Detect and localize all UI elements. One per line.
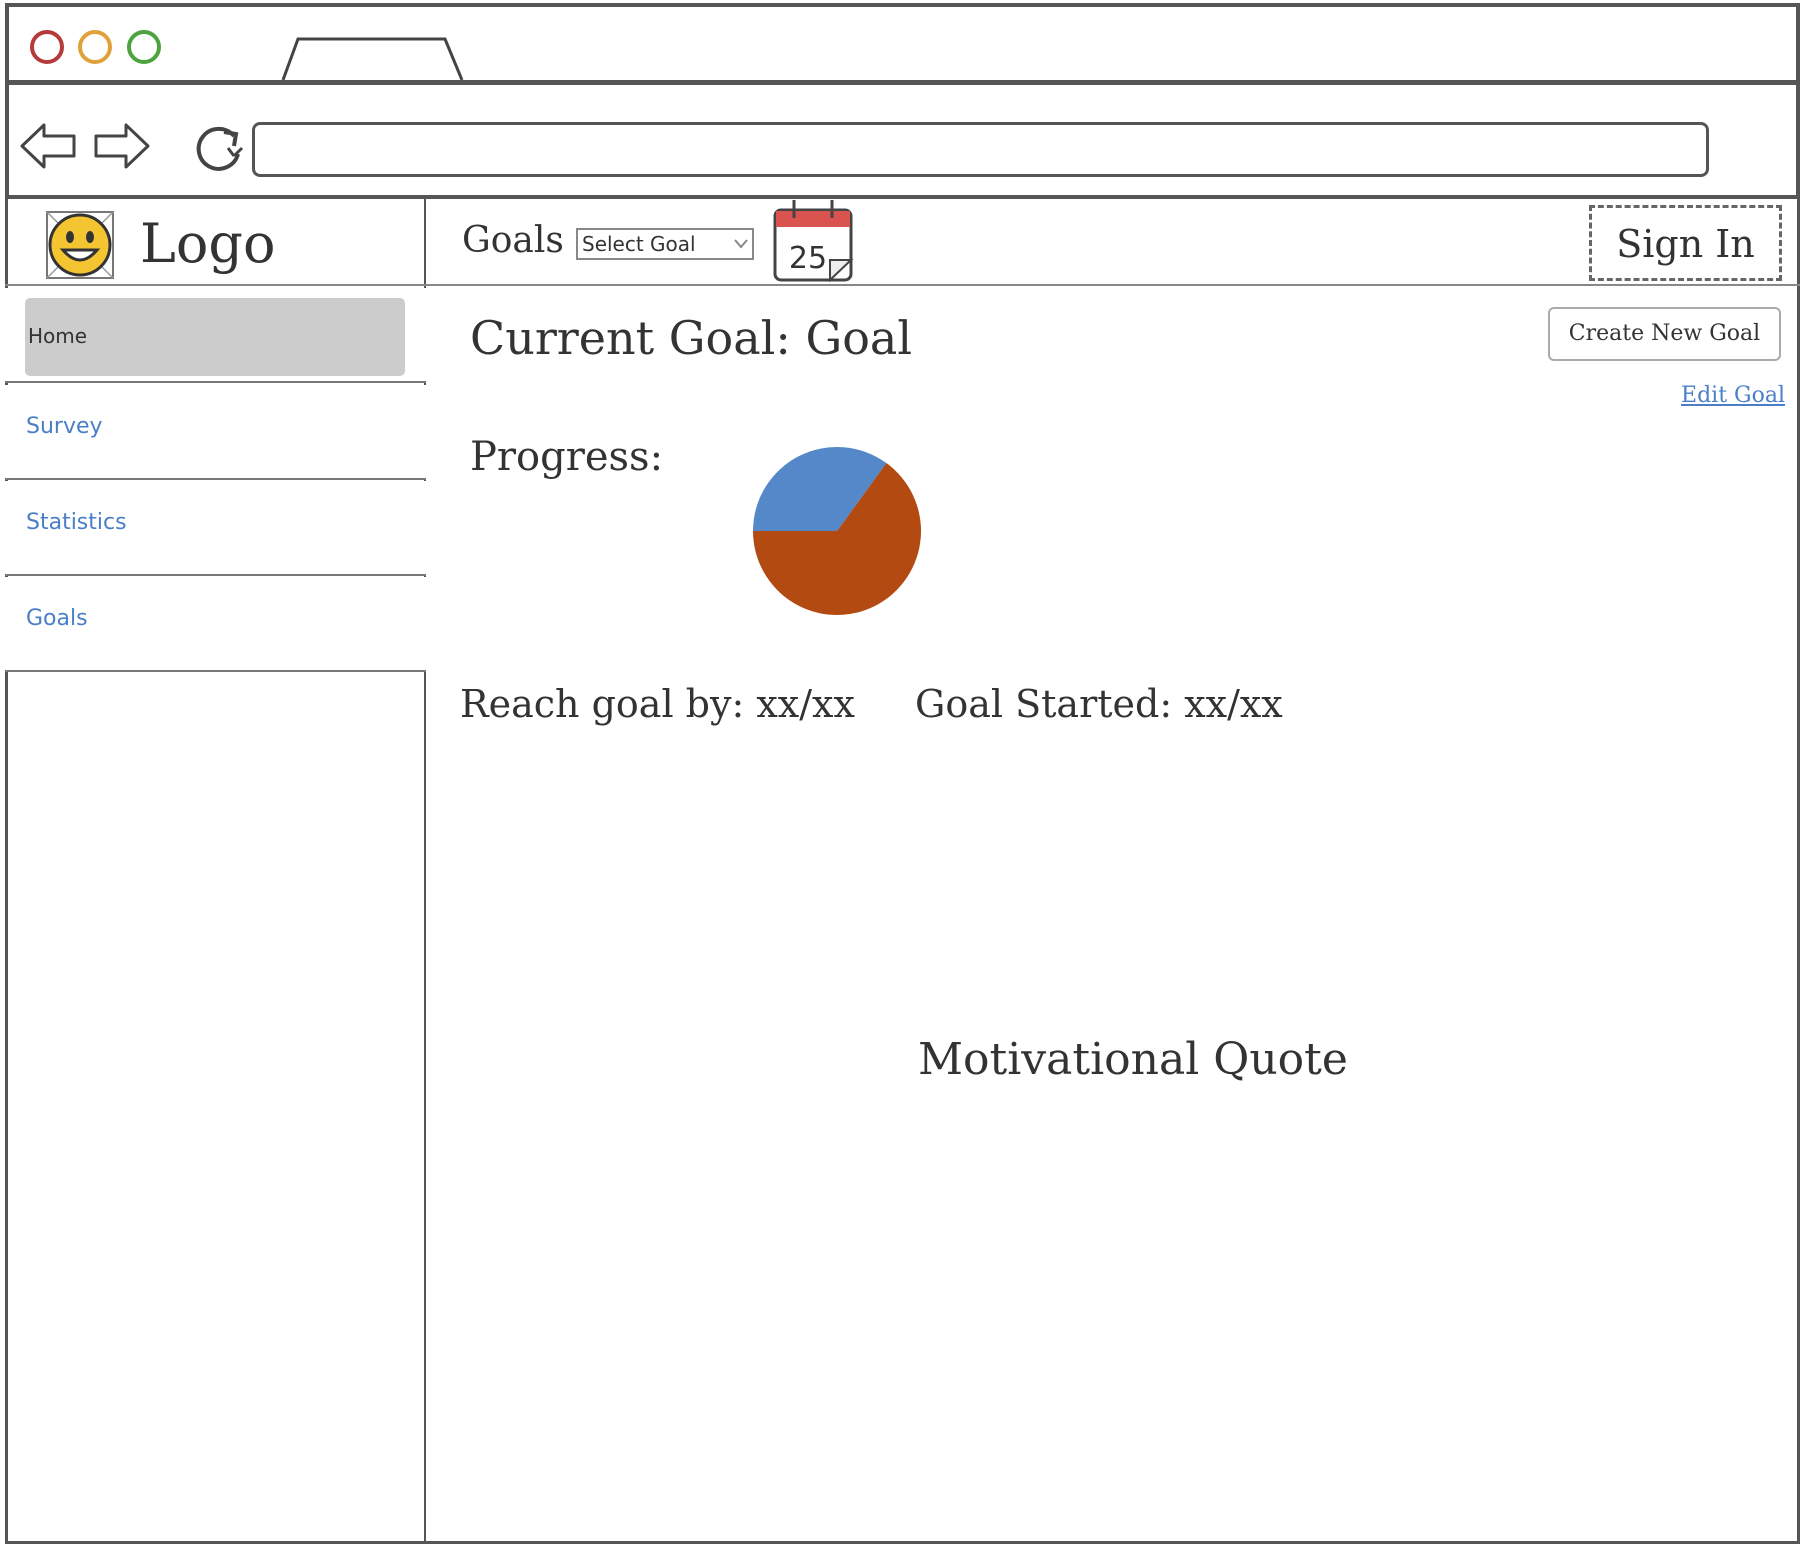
calendar-icon[interactable]: 25 [772, 198, 856, 284]
logo-text: Logo [140, 212, 276, 275]
motivational-quote: Motivational Quote [918, 1034, 1348, 1085]
back-arrow-icon[interactable] [18, 120, 78, 172]
header-divider [426, 284, 1800, 286]
browser-tab[interactable] [280, 36, 466, 82]
sidebar-item-home-label: Home [28, 324, 88, 348]
chevron-down-icon [734, 239, 748, 249]
forward-arrow-icon[interactable] [92, 120, 152, 172]
sign-in-button[interactable]: Sign In [1589, 205, 1782, 281]
create-new-goal-button[interactable]: Create New Goal [1548, 307, 1781, 361]
maximize-window-dot[interactable] [127, 30, 161, 64]
goals-heading: Goals [462, 220, 564, 261]
sidebar-item-statistics-label: Statistics [26, 510, 127, 535]
calendar-day: 25 [789, 241, 827, 276]
close-window-dot[interactable] [30, 30, 64, 64]
browser-titlebar [5, 3, 1800, 84]
sidebar-item-survey[interactable]: Survey [5, 385, 426, 480]
progress-label: Progress: [470, 434, 664, 480]
sidebar-item-goals-label: Goals [26, 606, 88, 631]
goal-started-text: Goal Started: xx/xx [915, 682, 1283, 726]
reach-goal-by-text: Reach goal by: xx/xx [460, 682, 855, 726]
sidebar-item-survey-label: Survey [26, 414, 103, 439]
logo-divider [5, 284, 426, 286]
address-input[interactable] [252, 122, 1709, 177]
logo-smiley-icon [46, 211, 114, 279]
minimize-window-dot[interactable] [78, 30, 112, 64]
sidebar-item-statistics[interactable]: Statistics [5, 481, 426, 576]
select-goal-value: Select Goal [582, 232, 696, 256]
current-goal-title: Current Goal: Goal [470, 311, 913, 365]
sidebar-item-home[interactable]: Home [5, 288, 426, 383]
reload-icon[interactable] [194, 122, 246, 176]
select-goal-dropdown[interactable]: Select Goal [576, 228, 754, 260]
sidebar-item-goals[interactable]: Goals [5, 577, 426, 672]
edit-goal-link[interactable]: Edit Goal [1665, 383, 1785, 419]
progress-pie-chart [753, 447, 921, 615]
sidebar-item-home-highlight: Home [25, 298, 405, 376]
